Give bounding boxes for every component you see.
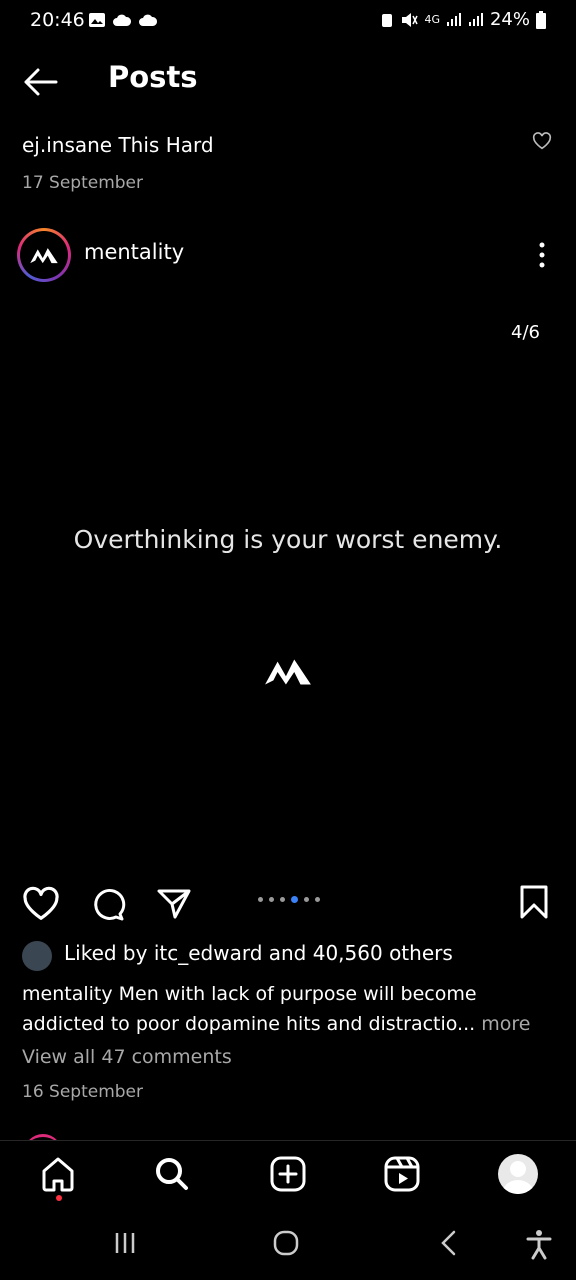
back-button[interactable] (20, 64, 60, 100)
back-system-button[interactable] (436, 1229, 462, 1257)
comment-like-button[interactable] (532, 132, 552, 150)
post-date: 16 September (22, 1082, 144, 1102)
mentality-logo-icon (30, 248, 58, 264)
alarm-icon (382, 13, 393, 27)
chevron-left-icon (441, 1230, 456, 1256)
heart-icon (23, 886, 59, 920)
carousel-dot (304, 897, 309, 902)
profile-avatar-icon (502, 1161, 534, 1194)
heart-icon (532, 132, 552, 150)
accessibility-button[interactable] (524, 1228, 554, 1260)
save-button[interactable] (518, 884, 550, 920)
previous-post-caption: ej.insane This Hard (22, 133, 214, 157)
cloud-icon (113, 14, 132, 26)
nav-reels[interactable] (382, 1154, 422, 1194)
post-username[interactable]: mentality (84, 240, 184, 264)
page-title: Posts (108, 60, 198, 94)
comment-button[interactable] (90, 886, 126, 922)
carousel-dot-active (291, 896, 298, 903)
cloud-icon (139, 14, 158, 26)
home-circle-icon (273, 1230, 299, 1256)
more-vertical-icon (539, 242, 545, 268)
caption-more-link[interactable]: more (475, 1013, 530, 1035)
nav-search[interactable] (152, 1154, 192, 1194)
reels-icon (384, 1156, 420, 1192)
carousel-dot (280, 897, 285, 902)
avatar[interactable] (20, 231, 68, 279)
status-right: 4G 24% (380, 9, 546, 30)
previous-post-date: 17 September (22, 173, 144, 193)
mute-icon (402, 12, 419, 27)
home-system-button[interactable] (272, 1229, 300, 1257)
comment-icon (94, 889, 126, 921)
mentality-logo-icon (265, 659, 311, 685)
recent-apps-icon (115, 1233, 135, 1253)
status-time: 20:46 (30, 9, 85, 31)
battery-percent: 24% (489, 9, 530, 30)
bookmark-icon (520, 885, 548, 919)
status-notification-icons (88, 12, 158, 28)
post-quote-text: Overthinking is your worst enemy. (73, 525, 503, 554)
network-label: 4G (424, 13, 440, 26)
carousel-dot (269, 897, 274, 902)
gallery-icon (89, 13, 105, 27)
share-button[interactable] (156, 886, 192, 922)
liker-avatar[interactable] (22, 941, 52, 971)
media-logo (263, 655, 313, 687)
carousel-page-indicator: 4/6 (511, 322, 540, 343)
likes-summary[interactable]: Liked by itc_edward and 40,560 others (64, 941, 453, 965)
carousel-dot (258, 897, 263, 902)
add-post-icon (270, 1156, 306, 1192)
nav-profile[interactable] (498, 1154, 538, 1194)
carousel-dot (315, 897, 320, 902)
post-caption: mentality Men with lack of purpose will … (22, 979, 552, 1039)
arrow-left-icon (24, 68, 58, 96)
signal-icon (468, 12, 483, 26)
carousel-dots (258, 896, 320, 903)
caption-username[interactable]: mentality (22, 983, 113, 1005)
search-icon (156, 1158, 188, 1190)
notification-dot (56, 1195, 62, 1201)
battery-icon (536, 10, 546, 29)
post-media[interactable] (0, 290, 576, 866)
nav-create[interactable] (268, 1154, 308, 1194)
view-comments-link[interactable]: View all 47 comments (22, 1046, 232, 1068)
home-icon (42, 1157, 74, 1192)
recent-apps-button[interactable] (112, 1230, 138, 1256)
nav-home[interactable] (38, 1154, 78, 1194)
like-button[interactable] (22, 886, 60, 922)
send-icon (157, 889, 191, 919)
more-options-button[interactable] (532, 240, 552, 270)
signal-icon (446, 12, 461, 26)
accessibility-icon (526, 1230, 552, 1260)
